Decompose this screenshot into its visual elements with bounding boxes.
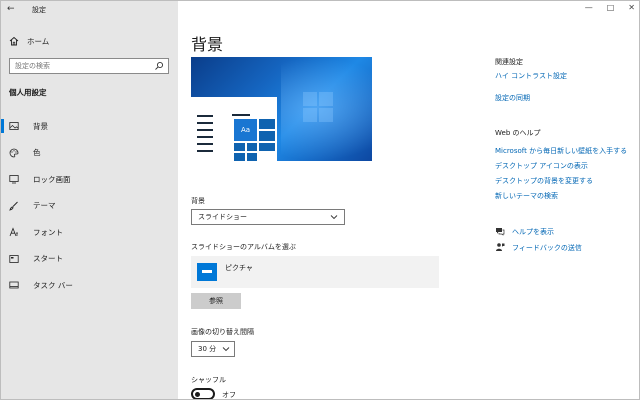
background-label: 背景 [191,197,205,205]
window-controls: — □ ✕ [585,3,635,12]
main-content: — □ ✕ 背景 Aa 背景 スライドショー スライドショーのアルバムを選ぶ ピ… [178,1,639,399]
shuffle-label: シャッフル [191,376,226,384]
preview-text-lines [197,115,217,157]
sidebar-item-lock-screen[interactable]: ロック画面 [1,166,178,193]
sync-settings-link[interactable]: 設定の同期 [495,93,530,103]
album-label: スライドショーのアルバムを選ぶ [191,243,296,251]
chevron-down-icon [330,215,338,220]
home-icon [9,36,19,46]
interval-label: 画像の切り替え間隔 [191,328,254,336]
section-title: 個人用設定 [9,88,47,97]
interval-dropdown[interactable]: 30 分 [191,341,235,357]
sidebar-item-taskbar[interactable]: タスク バー [1,272,178,299]
sidebar-item-label: ロック画面 [33,174,71,184]
taskbar-icon [9,281,19,289]
help-chat-icon [496,228,505,236]
sidebar-item-themes[interactable]: テーマ [1,193,178,220]
album-name: ピクチャ [225,264,253,272]
sidebar: ← 設定 ホーム 個人用設定 背景 [1,1,178,399]
lock-screen-icon [9,175,19,184]
interval-value: 30 分 [198,345,217,353]
home-label: ホーム [27,36,50,46]
start-icon [9,254,19,263]
album-item[interactable]: ピクチャ [191,256,439,288]
folder-icon [197,263,217,281]
preview-tiles: Aa [232,117,277,161]
get-help-link[interactable]: ヘルプを表示 [512,227,554,237]
sidebar-item-fonts[interactable]: フォント [1,219,178,246]
search-input[interactable] [10,59,150,73]
close-icon[interactable]: ✕ [628,3,635,12]
search-icon[interactable] [154,61,164,71]
picture-icon [9,122,19,131]
sidebar-item-home[interactable]: ホーム [9,35,169,47]
sidebar-item-label: スタート [33,254,63,264]
sidebar-item-color[interactable]: 色 [1,140,178,167]
help-link-find-themes[interactable]: 新しいテーマの検索 [495,191,558,201]
app-title: 設定 [32,6,46,14]
settings-window: ← 設定 ホーム 個人用設定 背景 [0,0,640,400]
sidebar-item-label: テーマ [33,201,56,211]
help-link-change-background[interactable]: デスクトップの背景を変更する [495,176,593,186]
high-contrast-link[interactable]: ハイ コントラスト設定 [495,71,567,81]
feedback-icon [496,243,505,251]
minimize-icon[interactable]: — [585,3,593,12]
shuffle-state: オフ [222,391,236,399]
background-type-value: スライドショー [198,213,247,221]
sidebar-item-label: フォント [33,227,63,237]
preview-tile-aa: Aa [234,119,257,141]
sidebar-item-label: 色 [33,148,41,158]
related-heading: 関連設定 [495,58,523,66]
background-type-dropdown[interactable]: スライドショー [191,209,345,225]
font-icon [9,227,18,237]
title-bar: ← 設定 [1,1,178,17]
help-heading: Web のヘルプ [495,129,541,137]
search-box[interactable] [9,58,169,74]
feedback-link[interactable]: フィードバックの送信 [512,243,582,253]
sidebar-item-label: 背景 [33,121,48,131]
sidebar-item-label: タスク バー [33,280,73,290]
page-title: 背景 [191,35,224,54]
help-link-wallpaper[interactable]: Microsoft から毎日新しい壁紙を入手する [495,146,627,156]
sidebar-nav: 背景 色 ロック画面 テーマ フォント スタート タスク バー [1,113,178,299]
back-arrow-icon[interactable]: ← [7,4,19,14]
background-preview: Aa [191,57,372,161]
sidebar-item-background[interactable]: 背景 [1,113,178,140]
browse-button[interactable]: 参照 [191,293,241,309]
help-link-desktop-icons[interactable]: デスクトップ アイコンの表示 [495,161,588,171]
palette-icon [9,148,19,158]
sidebar-item-start[interactable]: スタート [1,246,178,273]
shuffle-toggle[interactable] [191,388,215,399]
windows-logo-icon [303,92,335,124]
chevron-down-icon [222,347,230,352]
brush-icon [9,201,18,211]
maximize-icon[interactable]: □ [607,3,615,12]
